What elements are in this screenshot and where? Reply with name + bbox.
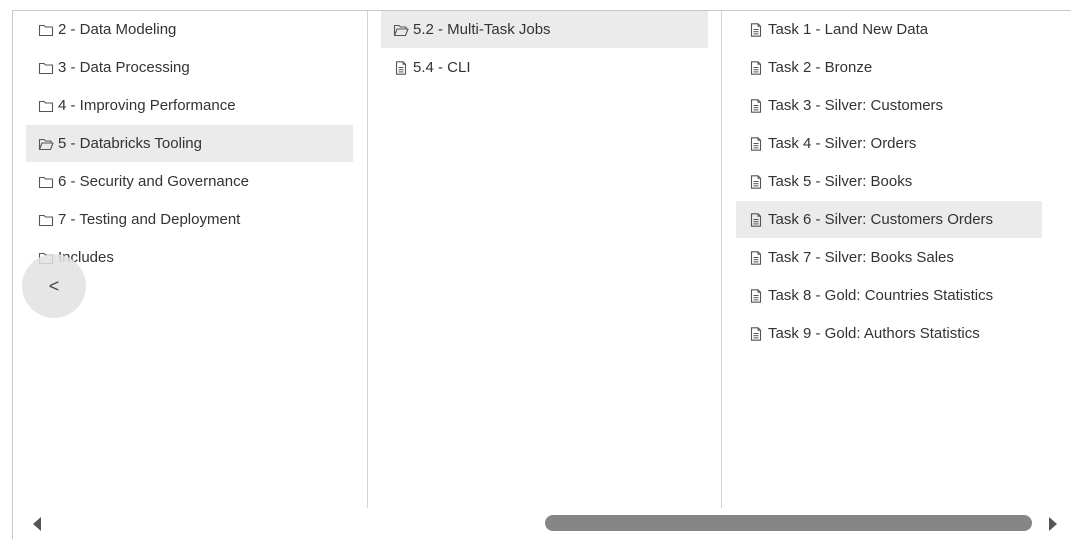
item-label: 4 - Improving Performance [58,97,236,114]
notebook-icon [393,60,409,75]
back-button[interactable]: < [22,254,86,318]
chevron-left-icon: < [48,275,60,296]
folder-icon [38,61,54,75]
col3-item[interactable]: Task 4 - Silver: Orders [736,125,1042,162]
item-label: 2 - Data Modeling [58,21,177,38]
col2-item[interactable]: 5.2 - Multi-Task Jobs [381,11,708,48]
item-label: 6 - Security and Governance [58,173,249,190]
column-2: 5.2 - Multi-Task Jobs 5.4 - CLI [368,11,722,508]
col1-item[interactable]: 7 - Testing and Deployment [26,201,353,238]
folder-icon [38,23,54,37]
col1-item[interactable]: 5 - Databricks Tooling [26,125,353,162]
item-label: Task 9 - Gold: Authors Statistics [768,325,980,342]
folder-icon [38,213,54,227]
notebook-icon [748,174,764,189]
notebook-icon [748,22,764,37]
item-label: 5.2 - Multi-Task Jobs [413,21,551,38]
item-label: Task 5 - Silver: Books [768,173,913,190]
notebook-icon [748,212,764,227]
folder-icon [38,99,54,113]
column-3: Task 1 - Land New Data Task 2 - Bronze Tas… [722,11,1071,508]
item-label: Task 8 - Gold: Countries Statistics [768,287,994,304]
horizontal-scrollbar[interactable] [13,509,1071,539]
item-label: Task 6 - Silver: Customers Orders [768,211,994,228]
col3-item[interactable]: Task 6 - Silver: Customers Orders [736,201,1042,238]
notebook-icon [748,250,764,265]
col2-item[interactable]: 5.4 - CLI [381,49,708,86]
col1-item[interactable]: 3 - Data Processing [26,49,353,86]
item-label: 7 - Testing and Deployment [58,211,241,228]
scroll-thumb[interactable] [545,515,1032,531]
col3-item[interactable]: Task 1 - Land New Data [736,11,1042,48]
item-label: Task 4 - Silver: Orders [768,135,917,152]
col3-item[interactable]: Task 3 - Silver: Customers [736,87,1042,124]
item-label: Task 7 - Silver: Books Sales [768,249,954,266]
item-label: Task 1 - Land New Data [768,21,929,38]
notebook-icon [748,98,764,113]
col1-item[interactable]: 4 - Improving Performance [26,87,353,124]
folder-open-icon [393,23,409,37]
item-label: 3 - Data Processing [58,59,190,76]
file-browser: 2 - Data Modeling 3 - Data Processing 4 - … [12,10,1071,539]
scroll-left-arrow-icon[interactable] [33,517,41,531]
notebook-icon [748,136,764,151]
notebook-icon [748,326,764,341]
list-col-2: 5.2 - Multi-Task Jobs 5.4 - CLI [381,11,708,87]
item-label: 5 - Databricks Tooling [58,135,202,152]
col3-item[interactable]: Task 2 - Bronze [736,49,1042,86]
folder-open-icon [38,137,54,151]
col3-item[interactable]: Task 5 - Silver: Books [736,163,1042,200]
item-label: Task 2 - Bronze [768,59,873,76]
col1-item[interactable]: 6 - Security and Governance [26,163,353,200]
col3-item[interactable]: Task 8 - Gold: Countries Statistics [736,277,1042,314]
scroll-right-arrow-icon[interactable] [1049,517,1057,531]
col3-item[interactable]: Task 7 - Silver: Books Sales [736,239,1042,276]
col3-item[interactable]: Task 9 - Gold: Authors Statistics [736,315,1042,352]
col1-item[interactable]: 2 - Data Modeling [26,11,353,48]
item-label: 5.4 - CLI [413,59,471,76]
notebook-icon [748,288,764,303]
list-col-1: 2 - Data Modeling 3 - Data Processing 4 - … [26,11,353,277]
folder-icon [38,175,54,189]
notebook-icon [748,60,764,75]
item-label: Task 3 - Silver: Customers [768,97,944,114]
list-col-3: Task 1 - Land New Data Task 2 - Bronze Tas… [736,11,1042,353]
